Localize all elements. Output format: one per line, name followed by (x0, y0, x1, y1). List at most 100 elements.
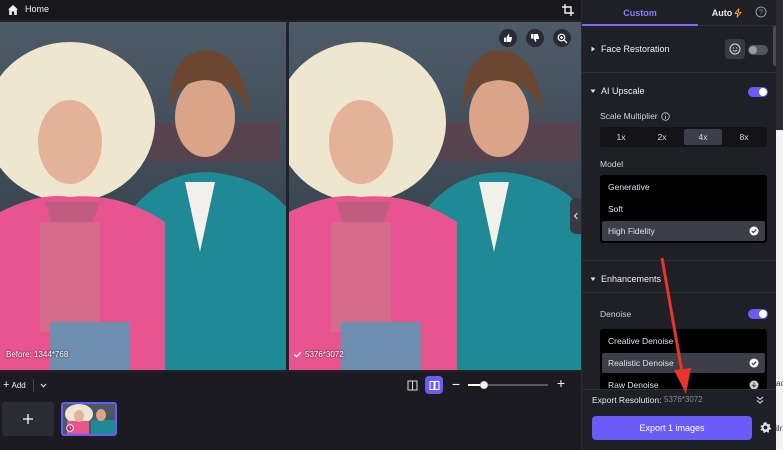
caret-down-icon (590, 89, 596, 93)
panel-tabs: Custom Auto ? (582, 0, 777, 26)
bottom-toolbar: + Add − + (0, 372, 581, 450)
face-restoration-title: Face Restoration (601, 44, 670, 54)
app-window: Home Before: 1344*768 5376*3072 + Add − … (0, 0, 783, 450)
model-option-label: High Fidelity (608, 226, 655, 236)
thumbs-down-icon (531, 34, 540, 42)
background-window-dark-area (776, 0, 783, 130)
chevron-left-icon (573, 212, 578, 220)
export-resolution-label: Export Resolution: (592, 395, 662, 405)
background-window-text: ilr (776, 424, 783, 433)
svg-text:?: ? (759, 10, 763, 17)
model-option-generative[interactable]: Generative (602, 177, 765, 197)
add-image-tile[interactable] (2, 402, 54, 436)
export-button-label: Export 1 images (639, 423, 705, 433)
tab-auto-label: Auto (711, 8, 733, 18)
denoise-option-label: Realistic Denoise (608, 358, 674, 368)
clock-icon (66, 424, 74, 432)
zoom-out-button[interactable]: − (450, 377, 462, 391)
denoise-toggle[interactable] (748, 309, 768, 319)
tab-custom[interactable]: Custom (582, 0, 698, 26)
scale-option-4x[interactable]: 4x (684, 129, 722, 145)
active-tab-indicator (582, 24, 698, 26)
single-view-button[interactable] (404, 377, 420, 393)
tab-auto[interactable]: Auto (702, 0, 752, 26)
model-option-soft[interactable]: Soft (602, 199, 765, 219)
caret-right-icon (591, 46, 595, 52)
scale-option-1x[interactable]: 1x (602, 129, 640, 145)
divider (582, 72, 777, 73)
after-image: 5376*3072 (289, 22, 581, 370)
before-resolution-label: Before: 1344*768 (6, 350, 69, 359)
scale-multiplier-selector: 1x 2x 4x 8x (600, 127, 767, 147)
help-icon[interactable]: ? (755, 6, 767, 18)
tab-custom-label: Custom (623, 8, 657, 18)
gear-icon[interactable] (759, 421, 772, 434)
face-restoration-header[interactable]: Face Restoration (590, 44, 670, 54)
divider (582, 292, 777, 293)
add-label: Add (11, 381, 26, 390)
model-option-label: Generative (608, 182, 650, 192)
model-label: Model (600, 159, 624, 169)
thumbs-up-icon (504, 34, 513, 42)
split-view-icon (407, 380, 417, 390)
ai-upscale-header[interactable]: AI Upscale (590, 86, 645, 96)
top-bar: Home (0, 0, 581, 20)
denoise-list: Creative Denoise Realistic Denoise Raw D… (600, 329, 767, 391)
scale-option-2x[interactable]: 2x (643, 129, 681, 145)
crop-icon[interactable] (561, 3, 575, 17)
chevron-down-icon (40, 383, 46, 388)
info-icon[interactable] (660, 111, 670, 121)
zoom-in-step-button[interactable]: + (555, 376, 567, 390)
image-thumbnail[interactable] (61, 402, 117, 436)
divider (582, 260, 777, 261)
model-option-label: Soft (608, 204, 624, 214)
side-by-side-view-button[interactable] (425, 376, 443, 394)
background-window: ac ilr (776, 0, 783, 450)
denoise-option-creative[interactable]: Creative Denoise (602, 331, 765, 351)
scale-multiplier-label: Scale Multiplier (600, 111, 670, 121)
compare-view-icon (429, 380, 439, 390)
home-icon[interactable] (7, 4, 19, 16)
add-divider (33, 379, 34, 392)
plus-icon: + (3, 379, 10, 391)
export-resolution-value: 5376*3072 (664, 395, 703, 404)
denoise-label: Denoise (600, 309, 632, 319)
workspace: Home Before: 1344*768 5376*3072 + Add − … (0, 0, 581, 450)
home-link[interactable]: Home (25, 4, 49, 14)
ai-upscale-title: AI Upscale (601, 86, 645, 96)
after-resolution-label: 5376*3072 (305, 350, 344, 359)
model-list: Generative Soft High Fidelity (600, 175, 767, 243)
add-button[interactable]: + Add (3, 378, 33, 393)
enhancements-title: Enhancements (601, 274, 662, 284)
lightning-icon (734, 8, 743, 18)
double-chevron-down-icon[interactable] (755, 395, 765, 405)
thumbs-up-button[interactable] (499, 29, 517, 47)
before-image: Before: 1344*768 (0, 22, 286, 370)
check-circle-icon (749, 358, 759, 368)
ai-upscale-toggle[interactable] (748, 87, 768, 97)
caret-down-icon (590, 277, 596, 281)
plus-icon (23, 414, 33, 424)
collapse-panel-handle[interactable] (570, 198, 581, 234)
zoom-slider[interactable] (468, 381, 548, 389)
add-dropdown-button[interactable] (36, 378, 50, 393)
zoom-in-button[interactable] (553, 29, 571, 47)
zoom-slider-handle[interactable] (480, 381, 488, 389)
background-window-text: ac (776, 379, 783, 388)
scale-option-8x[interactable]: 8x (725, 129, 763, 145)
check-circle-icon (749, 226, 759, 236)
thumbs-down-button[interactable] (526, 29, 544, 47)
check-icon (293, 351, 302, 358)
face-restoration-toggle[interactable] (748, 45, 768, 55)
enhancements-header[interactable]: Enhancements (590, 274, 661, 284)
zoom-in-icon (557, 33, 567, 43)
denoise-option-realistic[interactable]: Realistic Denoise (602, 353, 765, 373)
scale-multiplier-text: Scale Multiplier (600, 111, 658, 121)
model-option-high-fidelity[interactable]: High Fidelity (602, 221, 765, 241)
settings-panel: Custom Auto ? Face Restoration AI Upscal… (581, 0, 777, 450)
export-resolution-bar: Export Resolution: 5376*3072 (582, 389, 777, 409)
image-canvas: Before: 1344*768 5376*3072 (0, 20, 581, 372)
smiley-face-icon (729, 43, 741, 55)
export-button[interactable]: Export 1 images (592, 416, 752, 440)
face-model-button[interactable] (725, 39, 745, 59)
